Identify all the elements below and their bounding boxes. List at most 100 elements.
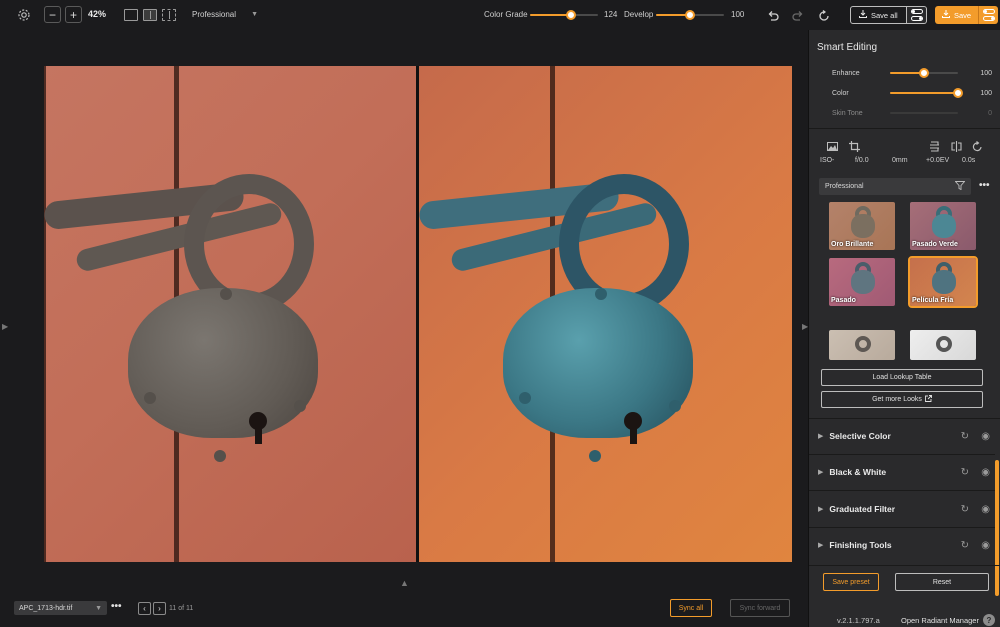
flip-horizontal-icon[interactable] (951, 141, 962, 155)
save-button[interactable]: Save (935, 6, 979, 24)
save-options-toggle[interactable] (978, 6, 999, 24)
image-canvas[interactable] (44, 66, 792, 562)
shutter-value: 0.0s (962, 157, 976, 164)
looks-category-label: Professional (825, 183, 864, 190)
view-preset-label: Professional (192, 10, 237, 19)
look-label: Pasado (831, 297, 856, 304)
enhance-row: Enhance 100 (832, 68, 992, 78)
help-icon[interactable]: ? (983, 614, 995, 626)
file-more-icon[interactable]: ••• (111, 601, 122, 612)
save-label: Save (954, 10, 972, 20)
look-pasado[interactable]: Pasado (829, 258, 895, 306)
reset-button[interactable]: Reset (895, 573, 989, 591)
version-label: v.2.1.1.797.a (837, 616, 880, 625)
zoom-in-button[interactable]: + (65, 6, 82, 23)
collapse-left-icon[interactable]: ▶ (2, 322, 8, 331)
save-all-button[interactable]: Save all (850, 6, 907, 24)
section-black-white[interactable]: ▶ Black & White ↻ ◉ (809, 454, 995, 490)
enhance-slider[interactable] (890, 68, 958, 78)
zoom-level: 42% (88, 9, 107, 19)
get-more-looks-label: Get more Looks (872, 396, 922, 403)
develop-slider[interactable] (656, 10, 724, 20)
refresh-icon[interactable]: ↻ (961, 467, 969, 478)
single-view-icon[interactable] (124, 9, 138, 21)
chevron-right-icon: ▶ (818, 433, 824, 440)
look-thumbnail-5[interactable] (829, 330, 895, 360)
external-link-icon (924, 395, 932, 404)
save-all-label: Save all (871, 10, 898, 20)
section-selective-color[interactable]: ▶ Selective Color ↻ ◉ (809, 418, 995, 454)
looks-category-dropdown[interactable]: Professional (819, 178, 971, 195)
previous-image-button[interactable]: ‹ (138, 602, 151, 615)
look-thumbnail-6[interactable] (910, 330, 976, 360)
refresh-icon[interactable]: ↻ (961, 431, 969, 442)
settings-icon[interactable] (15, 6, 33, 24)
chevron-right-icon: ▶ (818, 506, 824, 513)
save-preset-button[interactable]: Save preset (823, 573, 879, 591)
section-finishing-tools[interactable]: ▶ Finishing Tools ↻ ◉ (809, 527, 995, 563)
color-grade-label: Color Grade (484, 10, 528, 19)
flip-vertical-icon[interactable] (929, 141, 940, 155)
split-view-icon[interactable] (143, 9, 157, 21)
color-slider[interactable] (890, 88, 963, 98)
develop-label: Develop (624, 10, 654, 19)
page-counter: 11 of 11 (169, 605, 194, 612)
open-radiant-manager-link[interactable]: Open Radiant Manager (901, 616, 979, 625)
look-pelicula-fria[interactable]: Película Fría (908, 256, 978, 308)
panel-scrollbar[interactable] (995, 460, 999, 596)
look-pasado-verde[interactable]: Pasado Verde (910, 202, 976, 250)
color-label: Color (832, 89, 849, 97)
color-grade-slider[interactable] (530, 10, 598, 20)
enhance-value: 100 (980, 69, 992, 77)
section-title: Finishing Tools (829, 540, 892, 550)
chevron-right-icon: ▶ (818, 542, 824, 549)
color-grade-value: 124 (604, 10, 618, 19)
eye-icon[interactable]: ◉ (981, 504, 990, 515)
filter-icon[interactable] (954, 181, 966, 192)
undo-icon[interactable] (764, 7, 782, 25)
zoom-out-button[interactable]: − (44, 6, 61, 23)
zoom-out-icon: − (48, 7, 56, 22)
sync-forward-button[interactable]: Sync forward (730, 599, 790, 617)
redo-icon[interactable] (789, 7, 807, 25)
view-preset-dropdown[interactable]: Professional ▼ (192, 10, 258, 19)
look-label: Oro Brillante (831, 241, 874, 248)
develop-value: 100 (731, 10, 745, 19)
refresh-icon[interactable]: ↻ (961, 540, 969, 551)
file-name: APC_1713-hdr.tif (19, 604, 73, 612)
section-graduated-filter[interactable]: ▶ Graduated Filter ↻ ◉ (809, 491, 995, 527)
file-dropdown[interactable]: APC_1713-hdr.tif ▼ (14, 601, 107, 615)
exposure-value: +0.0EV (926, 157, 950, 164)
look-label: Película Fría (912, 297, 954, 304)
chevron-right-icon: › (158, 604, 161, 613)
image-icon (827, 142, 838, 154)
toggle-icon (910, 9, 923, 14)
looks-more-icon[interactable]: ••• (979, 180, 990, 191)
eye-icon[interactable]: ◉ (981, 540, 990, 551)
download-icon (942, 10, 950, 20)
section-title: Selective Color (829, 431, 891, 441)
chevron-down-icon: ▼ (95, 604, 102, 612)
section-title: Black & White (829, 467, 887, 477)
after-image (419, 66, 792, 562)
skin-tone-label: Skin Tone (832, 109, 863, 117)
save-all-options-toggle[interactable] (907, 6, 927, 24)
skin-tone-slider[interactable] (890, 108, 958, 118)
look-oro-brillante[interactable]: Oro Brillante (829, 202, 895, 250)
refresh-icon[interactable]: ↻ (961, 504, 969, 515)
smart-editing-title: Smart Editing (817, 42, 878, 53)
side-by-side-icon[interactable] (162, 9, 176, 21)
section-title: Graduated Filter (829, 504, 896, 514)
chevron-up-icon[interactable]: ▲ (400, 578, 409, 588)
reset-icon[interactable] (815, 7, 833, 25)
enhance-label: Enhance (832, 69, 860, 77)
get-more-looks-button[interactable]: Get more Looks (821, 391, 983, 408)
rotate-icon[interactable] (972, 141, 983, 155)
eye-icon[interactable]: ◉ (981, 467, 990, 478)
zoom-in-icon: + (69, 7, 77, 22)
sync-all-button[interactable]: Sync all (670, 599, 712, 617)
next-image-button[interactable]: › (153, 602, 166, 615)
eye-icon[interactable]: ◉ (981, 431, 990, 442)
skin-tone-row: Skin Tone 0 (832, 108, 992, 118)
load-lookup-table-button[interactable]: Load Lookup Table (821, 369, 983, 386)
